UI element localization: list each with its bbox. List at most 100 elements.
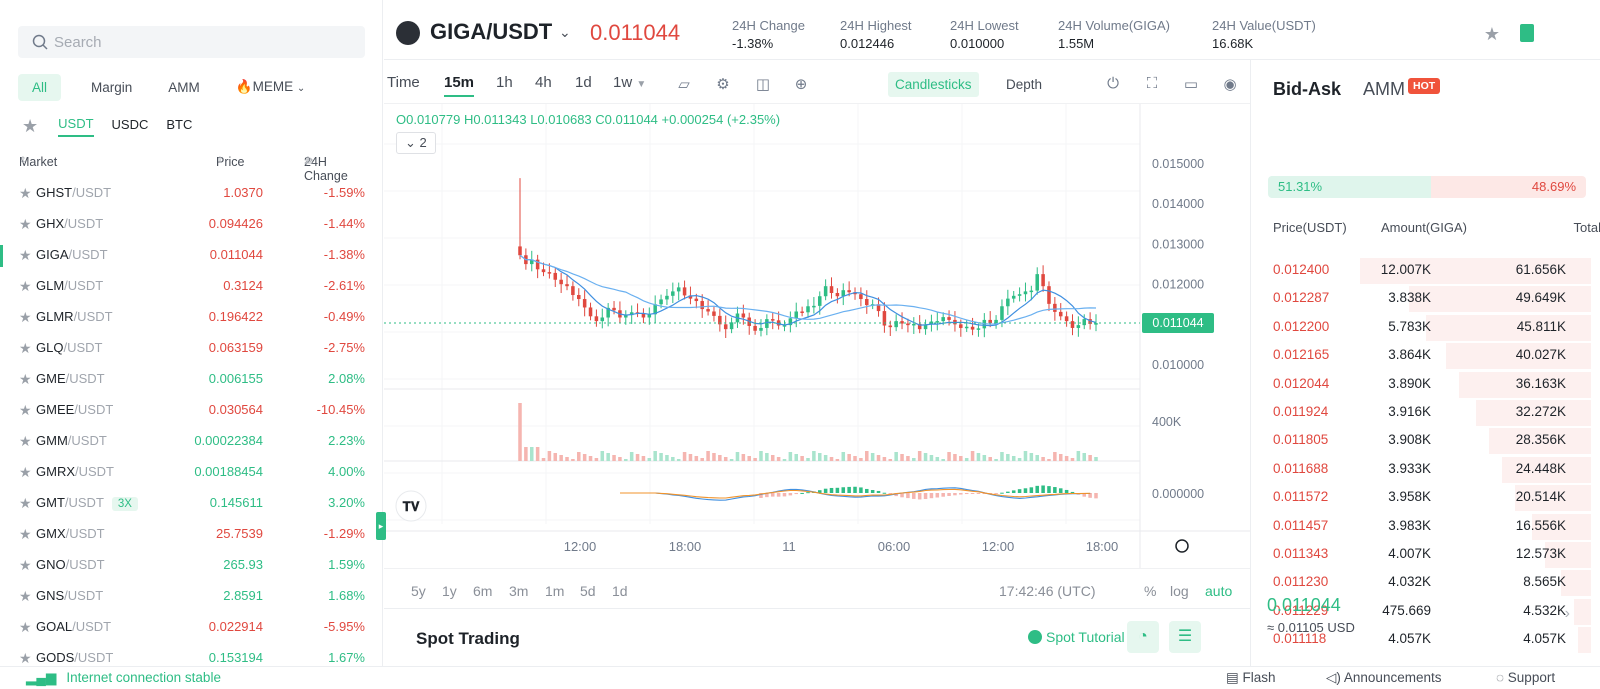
auto-scale-toggle[interactable]: auto: [1205, 583, 1232, 599]
settings-icon[interactable]: ⚙: [714, 75, 732, 93]
market-row[interactable]: ★ GMRX/USDT 0.00188454 4.00%: [0, 459, 382, 490]
market-row[interactable]: ★ GHX/USDT 0.094426 -1.44%: [0, 211, 382, 242]
market-row[interactable]: ★ GOAL/USDT 0.022914 -5.95%: [0, 614, 382, 645]
range-1d[interactable]: 1d: [612, 583, 628, 599]
tf-1d[interactable]: 1d: [575, 74, 592, 91]
spot-tutorial-link[interactable]: Spot Tutorial: [1028, 629, 1125, 645]
favorite-star-icon[interactable]: ★: [19, 588, 32, 605]
favorite-star-icon[interactable]: ★: [19, 278, 32, 295]
favorite-star-icon[interactable]: ★: [19, 216, 32, 233]
chevron-down-icon[interactable]: ⌄: [559, 24, 571, 41]
favorite-star-icon[interactable]: ★: [19, 247, 32, 264]
announcements-link[interactable]: ◁) Announcements: [1326, 670, 1441, 686]
ask-row[interactable]: 0.012200 5.783K 45.811K: [1251, 314, 1600, 342]
ask-row[interactable]: 0.011572 3.958K 20.514K: [1251, 484, 1600, 512]
ask-row[interactable]: 0.011805 3.908K 28.356K: [1251, 427, 1600, 455]
tab-meme[interactable]: 🔥MEME ⌄: [236, 79, 305, 95]
tab-bid-ask[interactable]: Bid-Ask: [1273, 79, 1341, 99]
favorite-star-icon[interactable]: ★: [19, 495, 32, 512]
ask-row[interactable]: 0.011924 3.916K 32.272K: [1251, 399, 1600, 427]
market-row[interactable]: ★ GNO/USDT 265.93 1.59%: [0, 552, 382, 583]
ask-amount: 3.958K: [1388, 489, 1431, 505]
swap-icon[interactable]: ⇄: [304, 155, 313, 168]
add-icon[interactable]: ⊕: [792, 75, 810, 93]
favorite-star-icon[interactable]: ★: [19, 557, 32, 574]
macd-bar: [923, 493, 928, 500]
indicator-chart-icon[interactable]: ▱: [675, 75, 693, 93]
market-row[interactable]: ★ GLQ/USDT 0.063159 -2.75%: [0, 335, 382, 366]
power-icon[interactable]: ⏻: [1104, 75, 1122, 93]
favorite-star-icon[interactable]: ★: [19, 185, 32, 202]
compare-icon[interactable]: ◫: [754, 75, 772, 93]
ask-row[interactable]: 0.012287 3.838K 49.649K: [1251, 285, 1600, 313]
ask-row[interactable]: 0.011457 3.983K 16.556K: [1251, 513, 1600, 541]
market-row[interactable]: ★ GIGA/USDT 0.011044 -1.38%: [0, 242, 382, 273]
favorite-star-icon[interactable]: ★: [19, 650, 32, 666]
range-5d[interactable]: 5d: [580, 583, 596, 599]
indicator-toggle[interactable]: ⌄ 2: [396, 132, 436, 154]
search-input[interactable]: Search: [18, 26, 365, 58]
layout-icon[interactable]: ▭: [1182, 75, 1200, 93]
tab-amm-book[interactable]: AMM: [1363, 79, 1405, 99]
favorite-star-icon[interactable]: ★: [19, 526, 32, 543]
range-1m[interactable]: 1m: [545, 583, 564, 599]
tab-usdc[interactable]: USDC: [112, 117, 149, 136]
range-5y[interactable]: 5y: [411, 583, 426, 599]
support-link[interactable]: ◌ Support: [1496, 670, 1555, 685]
market-row[interactable]: ★ GHST/USDT 1.0370 -1.59%: [0, 180, 382, 211]
tab-all[interactable]: All: [18, 73, 62, 101]
market-row[interactable]: ★ GME/USDT 0.006155 2.08%: [0, 366, 382, 397]
candle-body: [553, 272, 558, 280]
tab-btc[interactable]: BTC: [166, 117, 192, 136]
range-3m[interactable]: 3m: [509, 583, 528, 599]
range-6m[interactable]: 6m: [473, 583, 492, 599]
favorite-star-icon[interactable]: ★: [19, 433, 32, 450]
pie-chart-icon[interactable]: ◔: [1127, 621, 1159, 653]
chevron-right-icon[interactable]: ›: [1565, 605, 1570, 623]
tf-1w[interactable]: 1w ▼: [613, 74, 646, 91]
favorite-star-icon[interactable]: ★: [19, 340, 32, 357]
percent-scale-toggle[interactable]: %: [1144, 583, 1156, 599]
market-row[interactable]: ★ GODS/USDT 0.153194 1.67%: [0, 645, 382, 666]
favorite-star-icon[interactable]: ★: [19, 619, 32, 636]
market-row[interactable]: ★ GNS/USDT 2.8591 1.68%: [0, 583, 382, 614]
flash-link[interactable]: ▤ Flash: [1226, 670, 1276, 686]
book-icon[interactable]: [1520, 24, 1534, 42]
fullscreen-icon[interactable]: ⛶: [1143, 75, 1161, 93]
market-row[interactable]: ★ GMEE/USDT 0.030564 -10.45%: [0, 397, 382, 428]
ask-row[interactable]: 0.012400 12.007K 61.656K: [1251, 257, 1600, 285]
tf-1h[interactable]: 1h: [496, 74, 513, 91]
sliders-icon[interactable]: ☰: [1169, 621, 1201, 653]
ask-row[interactable]: 0.011230 4.032K 8.565K: [1251, 569, 1600, 597]
tf-4h[interactable]: 4h: [535, 74, 552, 91]
collapse-panel-handle[interactable]: ▸: [376, 512, 386, 540]
favorites-star-icon[interactable]: ★: [22, 116, 38, 137]
market-row[interactable]: ★ GMM/USDT 0.00022384 2.23%: [0, 428, 382, 459]
favorite-star-icon[interactable]: ★: [19, 309, 32, 326]
favorite-star-icon[interactable]: ★: [1484, 24, 1500, 45]
candlesticks-tab[interactable]: Candlesticks: [888, 72, 979, 97]
log-scale-toggle[interactable]: log: [1170, 583, 1189, 599]
ask-row[interactable]: 0.011343 4.007K 12.573K: [1251, 541, 1600, 569]
ask-row[interactable]: 0.011688 3.933K 24.448K: [1251, 456, 1600, 484]
tf-15m[interactable]: 15m: [444, 74, 475, 97]
pair-title[interactable]: GIGA/USDT: [430, 19, 552, 45]
market-row[interactable]: ★ GLM/USDT 0.3124 -2.61%: [0, 273, 382, 304]
market-row[interactable]: ★ GLMR/USDT 0.196422 -0.49%: [0, 304, 382, 335]
market-row[interactable]: ★ GMT/USDT 3X 0.145611 3.20%: [0, 490, 382, 521]
ask-row[interactable]: 0.012044 3.890K 36.163K: [1251, 371, 1600, 399]
market-row[interactable]: ★ GMX/USDT 25.7539 -1.29%: [0, 521, 382, 552]
tab-usdt[interactable]: USDT: [58, 116, 94, 137]
tab-amm[interactable]: AMM: [168, 80, 200, 95]
ask-row[interactable]: 0.012165 3.864K 40.027K: [1251, 342, 1600, 370]
tab-margin[interactable]: Margin: [91, 80, 132, 95]
range-1y[interactable]: 1y: [442, 583, 457, 599]
tf-time[interactable]: Time: [387, 74, 420, 91]
camera-icon[interactable]: ◉: [1221, 75, 1239, 93]
favorite-star-icon[interactable]: ★: [19, 371, 32, 388]
favorite-star-icon[interactable]: ★: [19, 402, 32, 419]
favorite-star-icon[interactable]: ★: [19, 464, 32, 481]
candlestick-chart[interactable]: 0.015000 0.014000 0.013000 0.012000 0.010000…: [384, 104, 1250, 568]
market-price: 0.011044: [209, 247, 263, 262]
depth-tab[interactable]: Depth: [1006, 77, 1042, 92]
